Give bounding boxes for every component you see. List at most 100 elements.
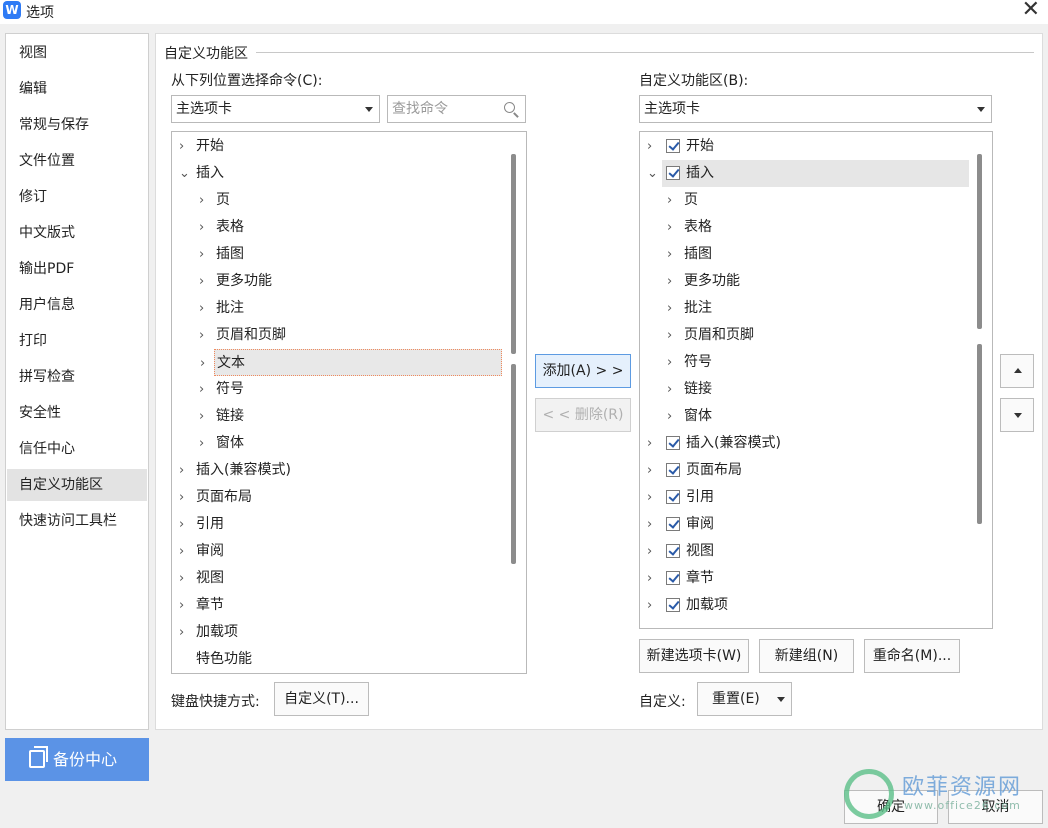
chevron-right-icon[interactable]: › xyxy=(200,350,205,377)
commands-tree-row[interactable]: › 章节 xyxy=(172,592,508,619)
sidebar-item[interactable]: 编辑 xyxy=(7,73,147,105)
ribbon-tree-row[interactable]: › 审阅 xyxy=(640,511,972,538)
sidebar-item[interactable]: 常规与保存 xyxy=(7,109,147,141)
chevron-right-icon[interactable]: › xyxy=(199,214,204,241)
left-tree-scrollbar-thumb[interactable] xyxy=(511,154,516,354)
chevron-right-icon[interactable]: › xyxy=(179,133,184,160)
chevron-right-icon[interactable]: › xyxy=(647,511,652,538)
commands-tree-row[interactable]: › 审阅 xyxy=(172,538,508,565)
tab-visible-checkbox[interactable] xyxy=(666,571,680,585)
ribbon-tree-row[interactable]: › 插入(兼容模式) xyxy=(640,430,972,457)
chevron-right-icon[interactable]: › xyxy=(179,592,184,619)
commands-tree-row[interactable]: › 更多功能 xyxy=(172,268,508,295)
move-up-button[interactable] xyxy=(1000,354,1034,388)
commands-source-dropdown[interactable]: 主选项卡 xyxy=(171,95,380,123)
reset-dropdown-button[interactable]: 重置(E) xyxy=(697,682,792,716)
chevron-right-icon[interactable]: › xyxy=(199,295,204,322)
sidebar-item[interactable]: 自定义功能区 xyxy=(7,469,147,501)
chevron-right-icon[interactable]: › xyxy=(199,268,204,295)
sidebar-item[interactable]: 视图 xyxy=(7,37,147,69)
chevron-right-icon[interactable]: › xyxy=(179,484,184,511)
chevron-right-icon[interactable]: › xyxy=(667,241,672,268)
commands-tree-row[interactable]: › 视图 xyxy=(172,565,508,592)
close-icon[interactable]: ✕ xyxy=(1022,0,1040,22)
ribbon-tree-row[interactable]: › 引用 xyxy=(640,484,972,511)
tab-visible-checkbox[interactable] xyxy=(666,436,680,450)
chevron-right-icon[interactable]: › xyxy=(647,430,652,457)
tab-visible-checkbox[interactable] xyxy=(666,490,680,504)
chevron-right-icon[interactable]: › xyxy=(667,349,672,376)
commands-tree-row[interactable]: › 插图 xyxy=(172,241,508,268)
ribbon-tree-row[interactable]: › 链接 xyxy=(640,376,972,403)
tab-visible-checkbox[interactable] xyxy=(666,544,680,558)
ribbon-tree-row[interactable]: › 更多功能 xyxy=(640,268,972,295)
commands-tree-row[interactable]: › 页面布局 xyxy=(172,484,508,511)
chevron-right-icon[interactable]: › xyxy=(667,376,672,403)
customize-shortcuts-button[interactable]: 自定义(T)... xyxy=(274,682,369,716)
chevron-right-icon[interactable]: › xyxy=(199,376,204,403)
commands-tree-row[interactable]: › 引用 xyxy=(172,511,508,538)
ribbon-tree-row[interactable]: › 页眉和页脚 xyxy=(640,322,972,349)
sidebar-item[interactable]: 打印 xyxy=(7,325,147,357)
ribbon-tree-row[interactable]: › 加载项 xyxy=(640,592,972,619)
sidebar-item[interactable]: 用户信息 xyxy=(7,289,147,321)
chevron-right-icon[interactable]: › xyxy=(179,619,184,646)
move-down-button[interactable] xyxy=(1000,398,1034,432)
chevron-right-icon[interactable]: › xyxy=(647,538,652,565)
new-group-button[interactable]: 新建组(N) xyxy=(759,639,854,673)
ribbon-tree-row[interactable]: › 符号 xyxy=(640,349,972,376)
ribbon-tree[interactable]: › 开始 ⌄ 插入 › 页 › 表格 › 插图 › 更多功能 › 批注 › 页眉和页脚 › 符号 › 链接 › 窗体 › 插入… xyxy=(639,131,993,629)
command-search-box[interactable] xyxy=(387,95,526,123)
commands-tree-row[interactable]: › 表格 xyxy=(172,214,508,241)
chevron-right-icon[interactable]: › xyxy=(667,268,672,295)
chevron-right-icon[interactable]: › xyxy=(667,187,672,214)
chevron-right-icon[interactable]: › xyxy=(667,295,672,322)
chevron-right-icon[interactable]: › xyxy=(647,592,652,619)
tab-visible-checkbox[interactable] xyxy=(666,139,680,153)
right-tree-scrollbar-thumb[interactable] xyxy=(977,154,982,329)
chevron-right-icon[interactable]: › xyxy=(199,241,204,268)
commands-tree-row[interactable]: › 符号 xyxy=(172,376,508,403)
right-tree-scrollbar-thumb-lower[interactable] xyxy=(977,344,982,524)
commands-tree-row[interactable]: › 页 xyxy=(172,187,508,214)
ribbon-tree-row[interactable]: › 窗体 xyxy=(640,403,972,430)
new-tab-button[interactable]: 新建选项卡(W) xyxy=(639,639,749,673)
ribbon-tree-row[interactable]: › 页面布局 xyxy=(640,457,972,484)
chevron-down-icon[interactable]: ⌄ xyxy=(647,160,658,187)
chevron-right-icon[interactable]: › xyxy=(199,430,204,457)
chevron-right-icon[interactable]: › xyxy=(647,133,652,160)
rename-button[interactable]: 重命名(M)... xyxy=(864,639,960,673)
chevron-right-icon[interactable]: › xyxy=(179,457,184,484)
tab-visible-checkbox[interactable] xyxy=(666,166,680,180)
ok-button[interactable]: 确定 xyxy=(844,790,938,824)
commands-tree-row[interactable]: 特色功能 xyxy=(172,646,508,673)
chevron-down-icon[interactable]: ⌄ xyxy=(179,160,190,187)
cancel-button[interactable]: 取消 xyxy=(948,790,1043,824)
sidebar-item[interactable]: 修订 xyxy=(7,181,147,213)
commands-tree-row[interactable]: › 开始 xyxy=(172,133,508,160)
sidebar-item[interactable]: 信任中心 xyxy=(7,433,147,465)
tab-visible-checkbox[interactable] xyxy=(666,463,680,477)
chevron-right-icon[interactable]: › xyxy=(647,457,652,484)
command-search-input[interactable] xyxy=(388,96,488,122)
remove-button[interactable]: < < 删除(R) xyxy=(535,398,631,432)
commands-tree-row[interactable]: › 页眉和页脚 xyxy=(172,322,508,349)
sidebar-item[interactable]: 安全性 xyxy=(7,397,147,429)
chevron-right-icon[interactable]: › xyxy=(199,187,204,214)
sidebar-item[interactable]: 拼写检查 xyxy=(7,361,147,393)
ribbon-tree-row[interactable]: › 批注 xyxy=(640,295,972,322)
chevron-right-icon[interactable]: › xyxy=(667,403,672,430)
commands-tree-row[interactable]: › 链接 xyxy=(172,403,508,430)
sidebar-item[interactable]: 中文版式 xyxy=(7,217,147,249)
chevron-right-icon[interactable]: › xyxy=(199,322,204,349)
ribbon-tree-row[interactable]: › 表格 xyxy=(640,214,972,241)
chevron-right-icon[interactable]: › xyxy=(667,322,672,349)
chevron-right-icon[interactable]: › xyxy=(179,538,184,565)
commands-tree-row[interactable]: ⌄ 插入 xyxy=(172,160,508,187)
ribbon-tree-row[interactable]: › 开始 xyxy=(640,133,972,160)
chevron-right-icon[interactable]: › xyxy=(667,214,672,241)
chevron-right-icon[interactable]: › xyxy=(179,511,184,538)
chevron-right-icon[interactable]: › xyxy=(647,484,652,511)
sidebar-item[interactable]: 输出PDF xyxy=(7,253,147,285)
ribbon-tree-row[interactable]: ⌄ 插入 xyxy=(647,160,969,187)
